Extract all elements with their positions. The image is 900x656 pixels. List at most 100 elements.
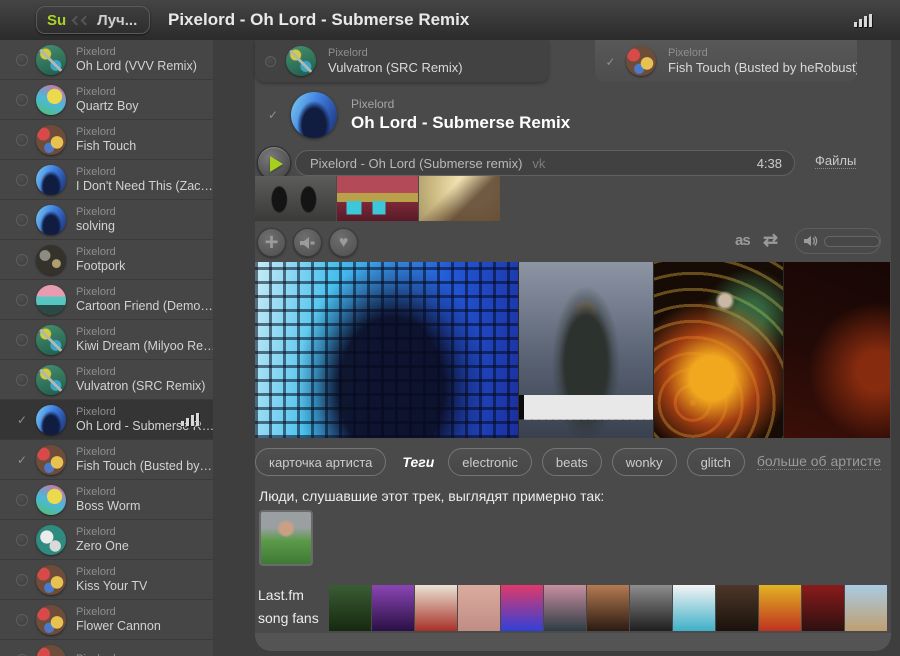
track-state-icon[interactable] (16, 133, 28, 146)
fan-avatar-13[interactable] (845, 585, 887, 631)
speaker-icon (300, 236, 315, 249)
add-button[interactable]: + (257, 228, 286, 257)
playlist-breadcrumb-button[interactable]: Su Луч... (36, 6, 151, 34)
track-row[interactable]: Pixelord Kiss Your TV (0, 560, 213, 599)
track-checked-icon[interactable]: ✓ (267, 109, 279, 121)
fan-avatar-1[interactable] (329, 585, 371, 631)
tab-previous-track[interactable]: Pixelord Vulvatron (SRC Remix) (255, 40, 549, 82)
track-row[interactable]: Pixelord Oh Lord (VVV Remix) (0, 40, 213, 79)
track-title: Boss Worm (76, 498, 141, 513)
current-track-avatar (291, 92, 337, 138)
track-state-icon[interactable] (16, 173, 28, 186)
album-art (36, 644, 66, 656)
album-art (36, 524, 66, 555)
fan-avatar-2[interactable] (372, 585, 414, 631)
fan-avatar-12[interactable] (802, 585, 844, 631)
track-state-icon[interactable] (16, 213, 28, 226)
video-thumbnails (255, 176, 500, 221)
track-row[interactable]: ✓ Pixelord Fish Touch (Busted by… (0, 440, 213, 479)
video-thumbnail-eye[interactable] (419, 176, 500, 221)
track-artist: Pixelord (76, 565, 116, 578)
track-state-icon[interactable] (16, 93, 28, 106)
track-row[interactable]: Pixelord Fish Touch (0, 120, 213, 159)
track-state-icon[interactable] (16, 333, 28, 346)
track-state-icon[interactable] (16, 293, 28, 306)
track-row[interactable]: Pixelord (0, 640, 213, 656)
track-artist: Pixelord (76, 205, 116, 218)
track-row[interactable]: Pixelord Quartz Boy (0, 80, 213, 119)
track-row[interactable]: Pixelord Vulvatron (SRC Remix) (0, 360, 213, 399)
artist-card-button[interactable]: карточка артиста (255, 448, 387, 476)
video-thumbnail-statues[interactable] (255, 176, 336, 221)
love-button[interactable]: ♥ (329, 228, 358, 257)
volume-slider[interactable] (824, 235, 880, 247)
scrobble-toggle[interactable]: as (735, 232, 751, 249)
track-state-icon[interactable] (16, 53, 28, 66)
track-state-icon[interactable] (16, 613, 28, 626)
track-row[interactable]: Pixelord solving (0, 200, 213, 239)
seek-track-label: Pixelord - Oh Lord (Submerse remix) (310, 155, 523, 171)
track-title: Zero One (76, 538, 129, 553)
track-state-icon[interactable] (16, 373, 28, 386)
track-artist: Pixelord (76, 85, 116, 98)
main-panel: Pixelord Vulvatron (SRC Remix) ✓ Pixelor… (255, 40, 891, 651)
fan-avatar-5[interactable] (501, 585, 543, 631)
tab-next-track[interactable]: ✓ Pixelord Fish Touch (Busted by heRobus… (595, 40, 857, 82)
fan-avatar-3[interactable] (415, 585, 457, 631)
tag-button-beats[interactable]: beats (541, 448, 602, 476)
fan-avatar-9[interactable] (673, 585, 715, 631)
track-artist: Pixelord (76, 285, 116, 298)
track-row[interactable]: Pixelord I Don't Need This (Zac… (0, 160, 213, 199)
track-state-icon[interactable] (16, 573, 28, 586)
heart-icon: ♥ (338, 233, 349, 251)
fan-avatar-8[interactable] (630, 585, 672, 631)
chevron-left-icon (80, 15, 91, 25)
panel-scrollbar[interactable] (255, 633, 891, 651)
fans-label: Last.fm song fans (258, 584, 319, 630)
artist-photo-led-wall-dj (255, 262, 518, 438)
fan-avatar-6[interactable] (544, 585, 586, 631)
track-row[interactable]: ✓ Pixelord Oh Lord - Submerse R… (0, 400, 213, 439)
album-art (36, 44, 66, 75)
fan-avatar-7[interactable] (587, 585, 629, 631)
repeat-button[interactable]: ⇄ (763, 230, 778, 251)
album-art (36, 484, 66, 515)
track-state-icon[interactable] (16, 493, 28, 506)
track-artist: Pixelord (76, 245, 116, 258)
album-art (36, 564, 66, 595)
track-artist: Pixelord (76, 525, 116, 538)
album-art (36, 604, 66, 635)
play-button[interactable] (257, 146, 291, 180)
track-state-icon[interactable] (16, 533, 28, 546)
listener-avatar[interactable] (259, 510, 313, 566)
plus-icon: + (264, 228, 279, 256)
seek-bar[interactable]: Pixelord - Oh Lord (Submerse remix) vk 4… (295, 150, 795, 176)
track-row[interactable]: Pixelord Flower Cannon (0, 600, 213, 639)
track-state-icon[interactable]: ✓ (16, 414, 28, 426)
top-bar: Su Луч... Pixelord - Oh Lord - Submerse … (0, 0, 900, 40)
track-artist: Pixelord (76, 125, 116, 138)
track-row[interactable]: Pixelord Zero One (0, 520, 213, 559)
files-link[interactable]: Файлы (815, 153, 857, 169)
volume-icon (804, 236, 818, 246)
fan-avatar-10[interactable] (716, 585, 758, 631)
track-state-icon[interactable] (16, 253, 28, 266)
track-state-icon[interactable] (265, 55, 276, 67)
video-thumbnail-party[interactable] (337, 176, 418, 221)
fan-avatar-11[interactable] (759, 585, 801, 631)
track-artist: Pixelord (76, 445, 116, 458)
tag-button-wonky[interactable]: wonky (611, 448, 677, 476)
tag-button-electronic[interactable]: electronic (448, 448, 532, 476)
share-button[interactable] (293, 228, 322, 257)
volume-control[interactable] (795, 228, 881, 254)
track-row[interactable]: Pixelord Boss Worm (0, 480, 213, 519)
more-about-artist-link[interactable]: больше об артисте (756, 453, 881, 470)
track-checked-icon[interactable]: ✓ (605, 56, 616, 68)
track-row[interactable]: Pixelord Cartoon Friend (Demo… (0, 280, 213, 319)
sidebar-track-list: Pixelord Oh Lord (VVV Remix) Pixelord Qu… (0, 40, 213, 656)
track-row[interactable]: Pixelord Footpork (0, 240, 213, 279)
fan-avatar-4[interactable] (458, 585, 500, 631)
track-row[interactable]: Pixelord Kiwi Dream (Milyoo Re… (0, 320, 213, 359)
track-state-icon[interactable]: ✓ (16, 454, 28, 466)
tag-button-glitch[interactable]: glitch (686, 448, 745, 476)
